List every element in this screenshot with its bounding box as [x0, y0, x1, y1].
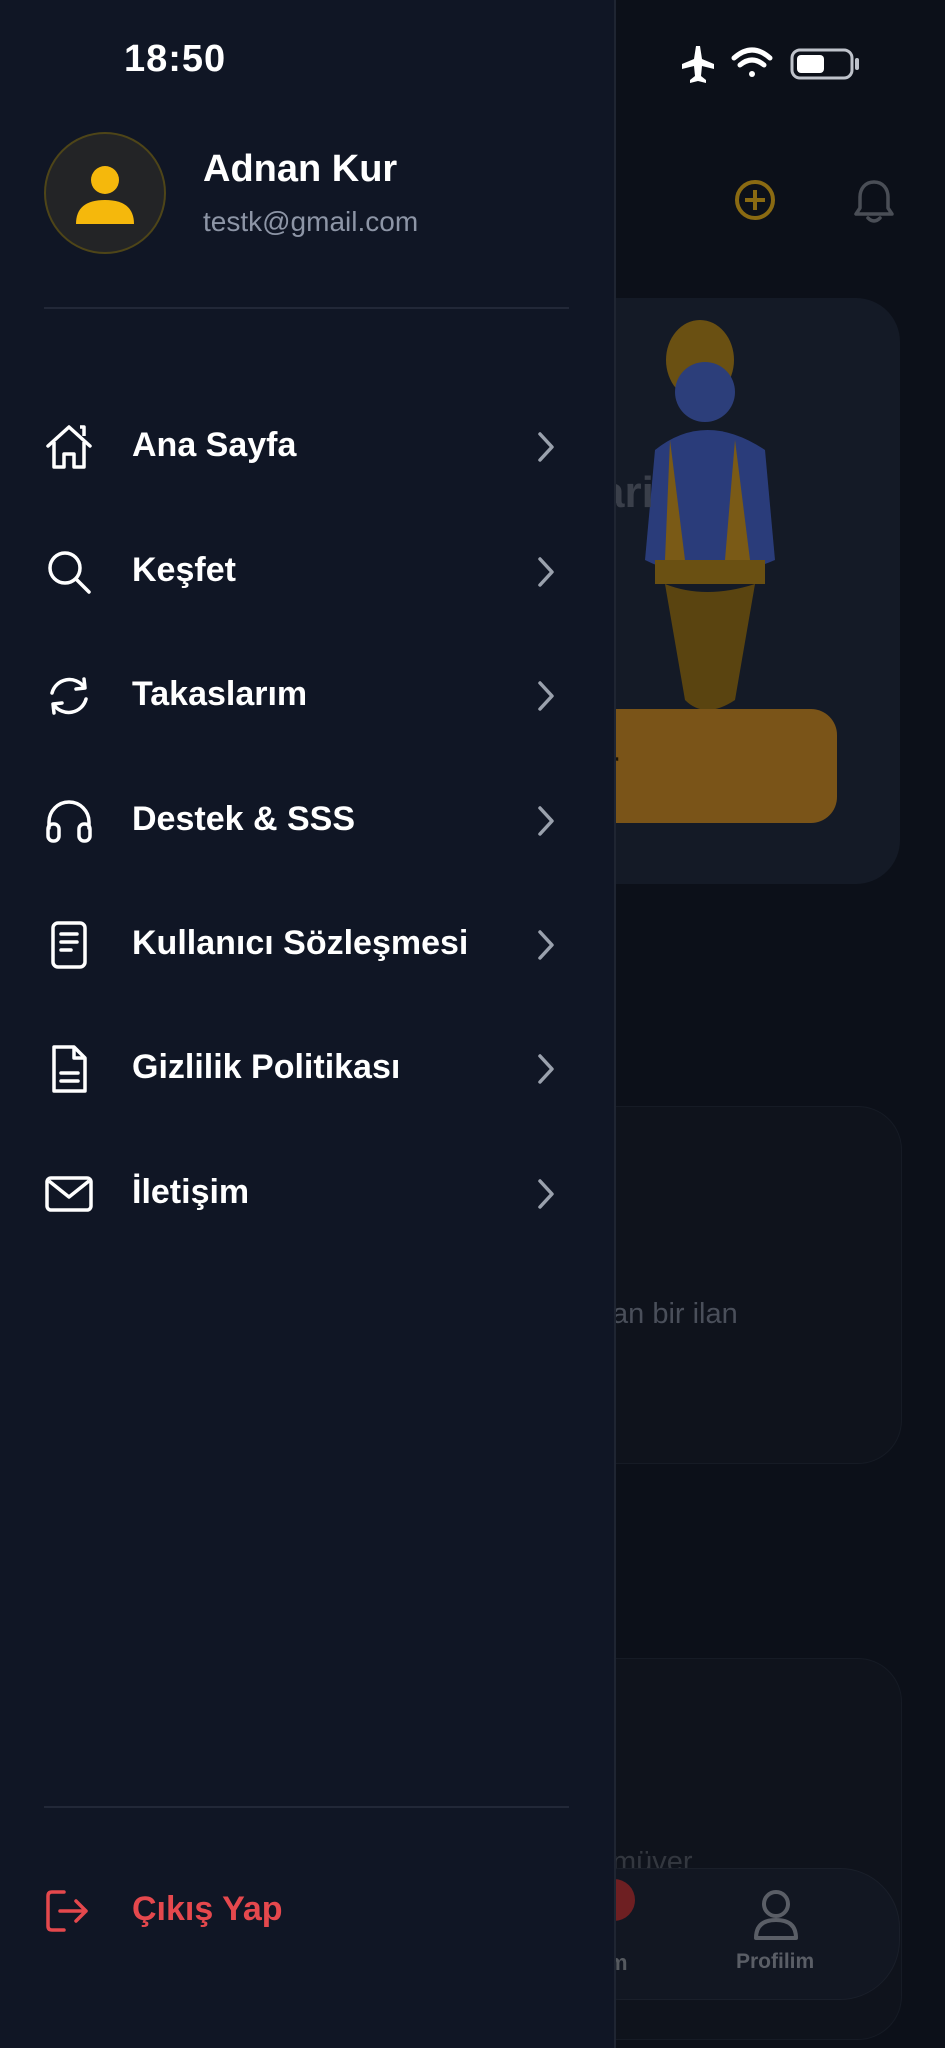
logout-icon	[46, 1890, 88, 1932]
menu-label: Kullanıcı Sözleşmesi	[132, 924, 469, 962]
menu-label: Takaslarım	[132, 675, 308, 713]
profile-icon[interactable]	[752, 1888, 800, 1942]
menu-item-support[interactable]: Destek & SSS	[44, 776, 572, 866]
status-time: 18:50	[124, 38, 227, 80]
chevron-right-icon	[538, 681, 554, 711]
search-icon	[48, 551, 91, 594]
menu-item-swaps[interactable]: Takaslarım	[44, 651, 572, 741]
chevron-right-icon	[538, 557, 554, 587]
divider	[44, 1806, 569, 1808]
menu-item-terms[interactable]: Kullanıcı Sözleşmesi	[44, 900, 572, 990]
chevron-right-icon	[538, 1179, 554, 1209]
headphones-icon	[46, 800, 92, 843]
user-email: testk@gmail.com	[203, 206, 419, 237]
swap-icon	[50, 677, 88, 715]
logout-label: Çıkış Yap	[132, 1890, 283, 1928]
document-icon	[51, 921, 87, 969]
menu-label: İletişim	[132, 1173, 250, 1211]
add-icon[interactable]	[735, 180, 775, 220]
side-drawer: 18:50 Adnan Kur testk@gmail.com Ana Sayf…	[0, 0, 616, 2048]
bell-icon[interactable]	[852, 178, 896, 226]
menu-item-home[interactable]: Ana Sayfa	[44, 402, 572, 492]
user-name: Adnan Kur	[203, 148, 398, 190]
menu-label: Ana Sayfa	[132, 426, 297, 464]
chevron-right-icon	[538, 1054, 554, 1084]
menu-label: Gizlilik Politikası	[132, 1048, 401, 1086]
menu-item-contact[interactable]: İletişim	[44, 1149, 572, 1239]
chevron-right-icon	[538, 806, 554, 836]
avatar[interactable]	[44, 132, 166, 254]
menu-label: Keşfet	[132, 551, 236, 589]
user-icon	[76, 166, 134, 224]
chevron-right-icon	[538, 432, 554, 462]
file-icon	[52, 1045, 87, 1093]
tab-profile-label[interactable]: Profilim	[736, 1950, 814, 1974]
chevron-right-icon	[538, 930, 554, 960]
status-icons	[682, 46, 859, 83]
logout-button[interactable]: Çıkış Yap	[44, 1870, 344, 1950]
airplane-icon	[682, 46, 714, 83]
menu-item-explore[interactable]: Keşfet	[44, 527, 572, 617]
menu-label: Destek & SSS	[132, 800, 355, 838]
menu-item-privacy[interactable]: Gizlilik Politikası	[44, 1024, 572, 1114]
mail-icon	[45, 1176, 93, 1212]
wifi-icon	[731, 47, 773, 77]
divider	[44, 307, 569, 309]
battery-icon	[790, 48, 859, 80]
home-icon	[46, 425, 92, 469]
bg-empty-text: an bir ilan	[612, 1298, 738, 1330]
